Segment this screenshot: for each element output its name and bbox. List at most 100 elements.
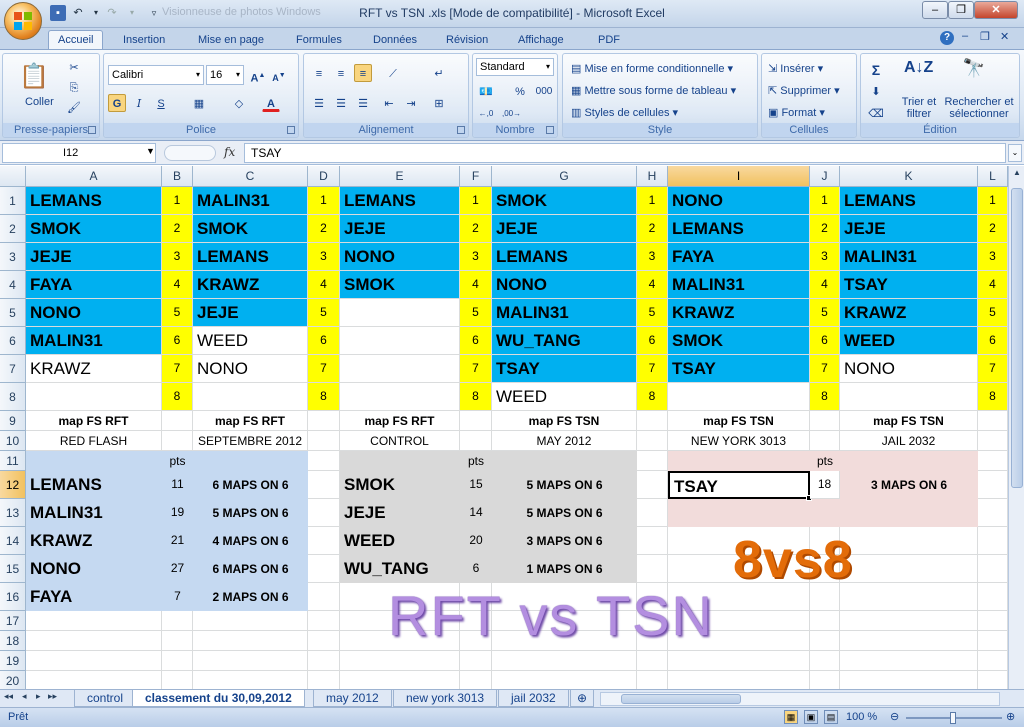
column-header-k[interactable]: K (840, 166, 978, 187)
ribbon-close-icon[interactable]: ✕ (1000, 30, 1009, 43)
cell[interactable] (668, 671, 810, 689)
rank-cell[interactable]: 2 (460, 215, 492, 243)
format-table-button[interactable]: ▦ Mettre sous forme de tableau ▾ (571, 84, 736, 97)
cell[interactable] (162, 611, 193, 631)
player-cell[interactable]: NONO (193, 355, 308, 383)
clear-icon[interactable]: ⌫ (867, 104, 885, 122)
cell[interactable] (162, 671, 193, 689)
rank-cell[interactable]: 4 (978, 271, 1008, 299)
cell[interactable] (978, 611, 1008, 631)
page-break-icon[interactable]: ▤ (824, 710, 838, 724)
cell[interactable] (162, 651, 193, 671)
shrink-font-icon[interactable]: A▼ (270, 66, 288, 84)
score-pts[interactable]: 14 (460, 499, 492, 527)
column-header-h[interactable]: H (637, 166, 668, 187)
cell[interactable] (162, 631, 193, 651)
cell[interactable] (810, 431, 840, 451)
help-icon[interactable]: ? (940, 31, 954, 45)
player-cell[interactable] (193, 383, 308, 411)
cell[interactable] (840, 611, 978, 631)
cell[interactable] (308, 555, 340, 583)
cell[interactable] (637, 555, 668, 583)
page-layout-icon[interactable]: ▣ (804, 710, 818, 724)
score-pts[interactable]: 7 (162, 583, 193, 611)
rank-cell[interactable]: 3 (810, 243, 840, 271)
zoom-in-icon[interactable]: ⊕ (1006, 710, 1015, 723)
rank-cell[interactable]: 3 (637, 243, 668, 271)
player-cell[interactable]: MALIN31 (492, 299, 637, 327)
column-header-d[interactable]: D (308, 166, 340, 187)
cell[interactable] (308, 651, 340, 671)
cell[interactable] (26, 631, 162, 651)
score-block-cell[interactable] (340, 451, 460, 471)
player-cell[interactable]: FAYA (668, 243, 810, 271)
cell[interactable] (840, 631, 978, 651)
find-select-label[interactable]: Rechercher et sélectionner (941, 96, 1017, 120)
rank-cell[interactable]: 7 (162, 355, 193, 383)
score-pts[interactable]: 15 (460, 471, 492, 499)
rank-cell[interactable]: 6 (637, 327, 668, 355)
map-name[interactable]: SEPTEMBRE 2012 (193, 431, 308, 451)
selected-cell-i12[interactable]: TSAY (668, 471, 812, 501)
row-header-15[interactable]: 15 (0, 555, 26, 583)
score-player[interactable]: NONO (26, 555, 162, 583)
map-title[interactable]: map FS TSN (492, 411, 637, 431)
map-title[interactable]: map FS RFT (193, 411, 308, 431)
formula-bar-handle[interactable] (164, 145, 216, 161)
score-maps[interactable]: 6 MAPS ON 6 (193, 555, 308, 583)
row-header-19[interactable]: 19 (0, 651, 26, 671)
row-header-11[interactable]: 11 (0, 451, 26, 471)
cell[interactable] (637, 411, 668, 431)
wordart-rft-vs-tsn[interactable]: RFT vs TSN (388, 583, 714, 648)
rank-cell[interactable]: 8 (978, 383, 1008, 411)
player-cell[interactable]: SMOK (340, 271, 460, 299)
cell[interactable] (193, 631, 308, 651)
restore-button[interactable]: ❐ (948, 1, 974, 19)
score-player[interactable]: KRAWZ (26, 527, 162, 555)
player-cell[interactable]: TSAY (840, 271, 978, 299)
copy-icon[interactable]: ⎘ (65, 78, 83, 96)
cell[interactable] (460, 671, 492, 689)
scroll-up-icon[interactable]: ▲ (1011, 168, 1023, 182)
player-cell[interactable] (840, 383, 978, 411)
sheet-tab-classement[interactable]: classement du 30,09,2012 (132, 690, 305, 707)
font-color-icon[interactable]: A (262, 94, 280, 112)
row-header-4[interactable]: 4 (0, 271, 26, 299)
column-header-l[interactable]: L (978, 166, 1008, 187)
score-player[interactable]: MALIN31 (26, 499, 162, 527)
score-maps[interactable]: 3 MAPS ON 6 (840, 471, 978, 499)
rank-cell[interactable]: 4 (637, 271, 668, 299)
sheet-tab-may-2012[interactable]: may 2012 (313, 690, 392, 707)
italic-button[interactable]: I (130, 94, 148, 112)
cell[interactable] (308, 471, 340, 499)
cell[interactable] (460, 651, 492, 671)
score-maps[interactable]: 2 MAPS ON 6 (193, 583, 308, 611)
insert-sheet-icon[interactable]: ⊕ (570, 690, 595, 707)
paste-icon[interactable]: 📋 (17, 60, 51, 94)
rank-cell[interactable]: 5 (978, 299, 1008, 327)
rank-cell[interactable]: 5 (637, 299, 668, 327)
player-cell[interactable] (340, 355, 460, 383)
align-bottom-icon[interactable]: ≡ (354, 64, 372, 82)
cell[interactable] (978, 555, 1008, 583)
player-cell[interactable]: JEJE (193, 299, 308, 327)
row-header-18[interactable]: 18 (0, 631, 26, 651)
row-header-8[interactable]: 8 (0, 383, 26, 411)
score-player[interactable]: FAYA (26, 583, 162, 611)
ribbon-minimize-icon[interactable]: – (962, 30, 968, 42)
rank-cell[interactable]: 6 (162, 327, 193, 355)
player-cell[interactable]: KRAWZ (26, 355, 162, 383)
player-cell[interactable]: NONO (668, 187, 810, 215)
sheet-nav-next-icon[interactable]: ▸ (36, 691, 41, 702)
column-header-a[interactable]: A (26, 166, 162, 187)
vertical-scrollbar[interactable]: ▲ (1008, 166, 1024, 689)
fill-icon[interactable]: ⬇ (867, 82, 885, 100)
rank-cell[interactable]: 5 (308, 299, 340, 327)
cell[interactable] (840, 555, 978, 583)
hscroll-thumb[interactable] (621, 694, 741, 704)
formula-input[interactable]: TSAY (244, 143, 1006, 163)
wordart-8vs8[interactable]: 8vs8 (733, 530, 853, 590)
column-header-i[interactable]: I (668, 166, 810, 187)
score-pts[interactable]: 27 (162, 555, 193, 583)
player-cell[interactable]: WU_TANG (492, 327, 637, 355)
